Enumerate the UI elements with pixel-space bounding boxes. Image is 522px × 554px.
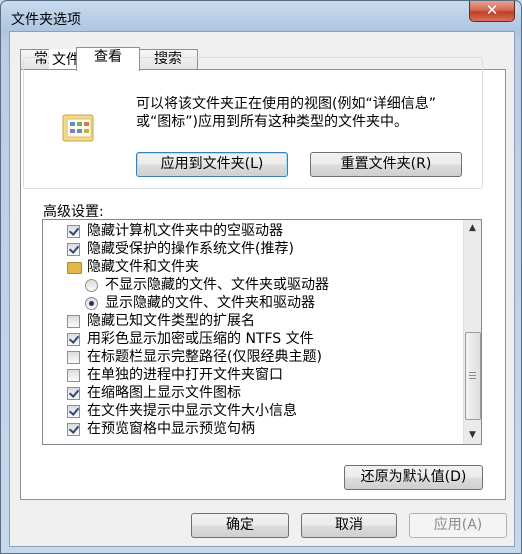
setting-label: 隐藏受保护的操作系统文件(推荐) [87, 241, 294, 257]
apply-to-folders-button[interactable]: 应用到文件夹(L) [136, 152, 288, 177]
setting-label: 在缩略图上显示文件图标 [87, 385, 241, 401]
tab-view[interactable]: 查看 [76, 47, 140, 71]
cancel-button[interactable]: 取消 [301, 513, 397, 538]
setting-row[interactable]: 隐藏已知文件类型的扩展名 [43, 312, 463, 330]
setting-checkbox[interactable] [67, 423, 80, 436]
setting-label: 显示隐藏的文件、文件夹和驱动器 [105, 295, 315, 311]
setting-row[interactable]: 在标题栏显示完整路径(仅限经典主题) [43, 348, 463, 366]
title-bar[interactable]: 文件夹选项 ✕ [1, 1, 521, 33]
folder-icon [67, 262, 82, 274]
setting-row[interactable]: 在缩略图上显示文件图标 [43, 384, 463, 402]
setting-radio[interactable] [85, 279, 98, 292]
setting-row[interactable]: 用彩色显示加密或压缩的 NTFS 文件 [43, 330, 463, 348]
apply-button[interactable]: 应用(A) [409, 513, 507, 538]
setting-checkbox[interactable] [67, 333, 80, 346]
setting-radio[interactable] [85, 297, 98, 310]
advanced-settings-label: 高级设置: [43, 204, 104, 220]
folder-view-icon [62, 114, 94, 142]
scroll-thumb[interactable] [465, 332, 481, 420]
advanced-settings-list[interactable]: 隐藏计算机文件夹中的空驱动器 隐藏受保护的操作系统文件(推荐) 隐藏文件和文件夹不显… [42, 219, 482, 445]
setting-row[interactable]: 在预览窗格中显示预览句柄 [43, 420, 463, 438]
close-icon: ✕ [485, 1, 499, 19]
setting-row[interactable]: 不显示隐藏的文件、文件夹或驱动器 [43, 276, 463, 294]
setting-checkbox[interactable] [67, 225, 80, 238]
setting-row[interactable]: 隐藏计算机文件夹中的空驱动器 [43, 222, 463, 240]
close-button[interactable]: ✕ [469, 1, 515, 22]
setting-label: 隐藏已知文件类型的扩展名 [87, 313, 255, 329]
ok-button[interactable]: 确定 [191, 513, 289, 538]
setting-label: 在文件夹提示中显示文件大小信息 [87, 403, 297, 419]
scroll-down-icon[interactable]: ▼ [464, 427, 481, 444]
setting-checkbox[interactable] [67, 315, 80, 328]
folder-options-window: 文件夹选项 ✕ 常规 查看 搜索 文件夹视图 可以将该文件夹正在使用的视图(例如… [0, 0, 522, 554]
setting-row[interactable]: 在文件夹提示中显示文件大小信息 [43, 402, 463, 420]
setting-row[interactable]: 隐藏文件和文件夹 [43, 258, 463, 276]
setting-label: 在标题栏显示完整路径(仅限经典主题) [87, 349, 322, 365]
scroll-up-icon[interactable]: ▲ [464, 220, 481, 237]
setting-row[interactable]: 隐藏受保护的操作系统文件(推荐) [43, 240, 463, 258]
folder-views-description: 可以将该文件夹正在使用的视图(例如“详细信息” 或“图标”)应用到所有这种类型的… [136, 95, 476, 131]
description-line-2: 或“图标”)应用到所有这种类型的文件夹中。 [136, 114, 408, 130]
setting-label: 用彩色显示加密或压缩的 NTFS 文件 [87, 331, 314, 347]
setting-label: 隐藏计算机文件夹中的空驱动器 [87, 223, 283, 239]
setting-label: 在单独的进程中打开文件夹窗口 [87, 367, 283, 383]
window-title: 文件夹选项 [11, 12, 81, 28]
setting-checkbox[interactable] [67, 369, 80, 382]
setting-row[interactable]: 在单独的进程中打开文件夹窗口 [43, 366, 463, 384]
setting-checkbox[interactable] [67, 243, 80, 256]
reset-folders-button[interactable]: 重置文件夹(R) [310, 152, 462, 177]
restore-defaults-button[interactable]: 还原为默认值(D) [344, 465, 483, 490]
setting-label: 不显示隐藏的文件、文件夹或驱动器 [105, 277, 329, 293]
setting-row[interactable]: 显示隐藏的文件、文件夹和驱动器 [43, 294, 463, 312]
setting-label: 在预览窗格中显示预览句柄 [87, 421, 255, 437]
setting-checkbox[interactable] [67, 405, 80, 418]
setting-label: 隐藏文件和文件夹 [87, 259, 199, 275]
setting-checkbox[interactable] [67, 387, 80, 400]
vertical-scrollbar[interactable]: ▲ ▼ [463, 220, 481, 444]
description-line-1: 可以将该文件夹正在使用的视图(例如“详细信息” [136, 96, 436, 112]
setting-checkbox[interactable] [67, 351, 80, 364]
